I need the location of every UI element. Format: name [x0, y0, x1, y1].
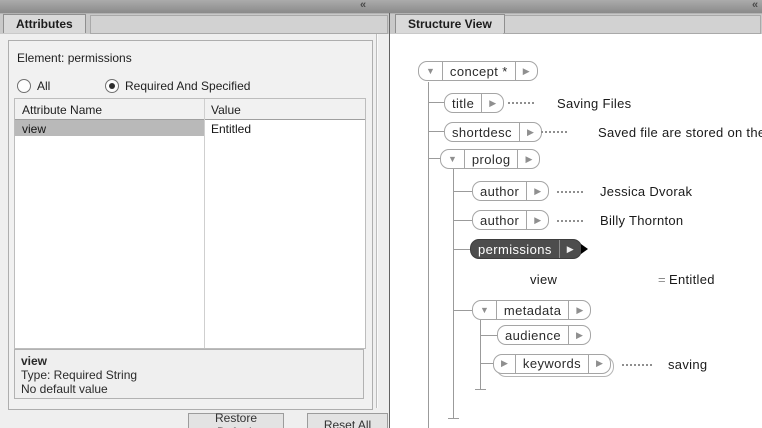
radio-all-label: All [37, 79, 51, 93]
tree-connector-permissions [453, 249, 470, 250]
node-metadata[interactable]: ▼ metadata ▶ [472, 300, 592, 320]
expand-right-icon[interactable]: ▶ [567, 326, 590, 344]
collapse-down-icon[interactable]: ▼ [419, 62, 442, 80]
permissions-attr-value[interactable]: Entitled [669, 272, 715, 287]
node-author-2-text[interactable]: Billy Thornton [600, 213, 683, 228]
radio-required-icon[interactable] [105, 79, 119, 93]
info-attribute-default: No default value [21, 382, 108, 396]
tab-attributes[interactable]: Attributes [3, 14, 86, 33]
tree-connector-prolog [428, 158, 440, 159]
attribute-name-cell[interactable]: view [22, 122, 46, 136]
column-header-attribute-name: Attribute Name [22, 103, 103, 117]
node-keywords-stack: ▶ keywords ▶ [493, 353, 614, 376]
column-header-value: Value [211, 103, 241, 117]
node-author-2[interactable]: author ▶ [472, 210, 550, 230]
restore-default-button[interactable]: Restore Default [188, 411, 284, 428]
node-author-1-text[interactable]: Jessica Dvorak [600, 184, 692, 199]
structure-view-panel: ▼ concept * ▶ title ▶ Saving Files short… [389, 34, 762, 428]
node-title-text[interactable]: Saving Files [557, 96, 631, 111]
tree-line-concept [428, 82, 429, 428]
tree-connector-author2 [453, 220, 472, 221]
panel-divider [389, 13, 390, 34]
tree-line-prolog [453, 169, 454, 418]
node-shortdesc-label[interactable]: shortdesc [445, 123, 519, 141]
node-permissions[interactable]: permissions ▶ [470, 239, 582, 259]
structure-tabstrip: Structure View [390, 13, 762, 35]
attribute-table-header: Attribute Name Value [15, 99, 365, 120]
tree-connector-title [428, 102, 444, 103]
tab-structure-view[interactable]: Structure View [395, 14, 505, 33]
collapse-down-icon[interactable]: ▼ [473, 301, 496, 319]
column-divider [204, 99, 205, 348]
tree-connector-metadata [453, 310, 472, 311]
text-leader-dots [557, 220, 583, 222]
expand-right-icon[interactable]: ▶ [517, 150, 539, 168]
info-attribute-name: view [21, 354, 48, 368]
node-prolog[interactable]: ▼ prolog ▶ [440, 149, 541, 169]
tree-line-metadata [480, 320, 481, 389]
permissions-attr-name[interactable]: view [530, 272, 557, 287]
tree-connector-keywords [480, 363, 493, 364]
attribute-table[interactable]: Attribute Name Value view Entitled [14, 98, 366, 349]
collapse-right-panel-icon[interactable]: « [752, 0, 758, 12]
tree-connector-shortdesc [428, 131, 444, 132]
expand-right-icon[interactable]: ▶ [526, 182, 548, 200]
expand-right-icon[interactable]: ▶ [588, 354, 610, 373]
reset-all-button[interactable]: Reset All [307, 413, 388, 428]
collapse-down-icon[interactable]: ▼ [441, 150, 464, 168]
expand-right-icon[interactable]: ▶ [481, 94, 503, 112]
radio-required-label: Required And Specified [125, 79, 251, 93]
attributes-tabstrip: Attributes [0, 13, 389, 35]
tree-connector-author1 [453, 191, 472, 192]
expand-right-icon[interactable]: ▶ [558, 240, 581, 258]
structure-tabwell [503, 15, 761, 34]
element-label: Element: permissions [17, 51, 132, 65]
node-concept[interactable]: ▼ concept * ▶ [418, 61, 538, 81]
text-leader-dots [557, 191, 583, 193]
radio-all[interactable]: All [17, 79, 50, 93]
attributes-tabwell [90, 15, 388, 34]
expand-collapsed-icon[interactable]: ▶ [494, 355, 515, 373]
node-shortdesc[interactable]: shortdesc ▶ [444, 122, 542, 142]
attribute-info-box: view Type: Required String No default va… [14, 349, 364, 399]
node-title[interactable]: title ▶ [444, 93, 505, 113]
attributes-groupbox: Element: permissions All Required And Sp… [8, 40, 373, 410]
node-keywords[interactable]: ▶ keywords ▶ [493, 353, 611, 374]
radio-all-icon[interactable] [17, 79, 31, 93]
text-leader-dots [541, 131, 567, 133]
tree-line-prolog-end [448, 418, 459, 419]
node-keywords-label[interactable]: keywords [514, 354, 588, 373]
expand-right-icon[interactable]: ▶ [526, 211, 548, 229]
info-attribute-type: Type: Required String [21, 368, 138, 382]
text-leader-dots [622, 364, 652, 366]
node-title-label[interactable]: title [445, 94, 481, 112]
attributes-panel: Element: permissions All Required And Sp… [0, 34, 389, 428]
text-leader-dots [508, 102, 534, 104]
node-author-2-label[interactable]: author [473, 211, 526, 229]
node-permissions-label[interactable]: permissions [471, 240, 559, 258]
node-audience-label[interactable]: audience [498, 326, 568, 344]
attribute-value-cell[interactable]: Entitled [211, 122, 251, 136]
panel-inner-edge [376, 34, 377, 408]
node-author-1[interactable]: author ▶ [472, 181, 550, 201]
collapse-left-panel-icon[interactable]: « [360, 0, 366, 12]
expand-right-icon[interactable]: ▶ [568, 301, 590, 319]
node-concept-label[interactable]: concept * [441, 62, 515, 80]
tree-connector-audience [480, 335, 497, 336]
application-window: « « Attributes Structure View Element: p… [0, 0, 762, 428]
node-metadata-label[interactable]: metadata [495, 301, 568, 319]
node-audience[interactable]: audience ▶ [497, 325, 591, 345]
expand-right-icon[interactable]: ▶ [514, 62, 537, 80]
node-shortdesc-text[interactable]: Saved file are stored on the [598, 125, 762, 140]
node-author-1-label[interactable]: author [473, 182, 526, 200]
dock-top-bar: « « [0, 0, 762, 14]
insertion-cursor-icon [581, 244, 588, 254]
node-keywords-text[interactable]: saving [668, 357, 707, 372]
expand-right-icon[interactable]: ▶ [518, 123, 541, 141]
node-prolog-label[interactable]: prolog [463, 150, 518, 168]
permissions-attr-equals: = [658, 272, 666, 287]
radio-required-and-specified[interactable]: Required And Specified [105, 79, 250, 93]
tree-line-metadata-end [475, 389, 486, 390]
